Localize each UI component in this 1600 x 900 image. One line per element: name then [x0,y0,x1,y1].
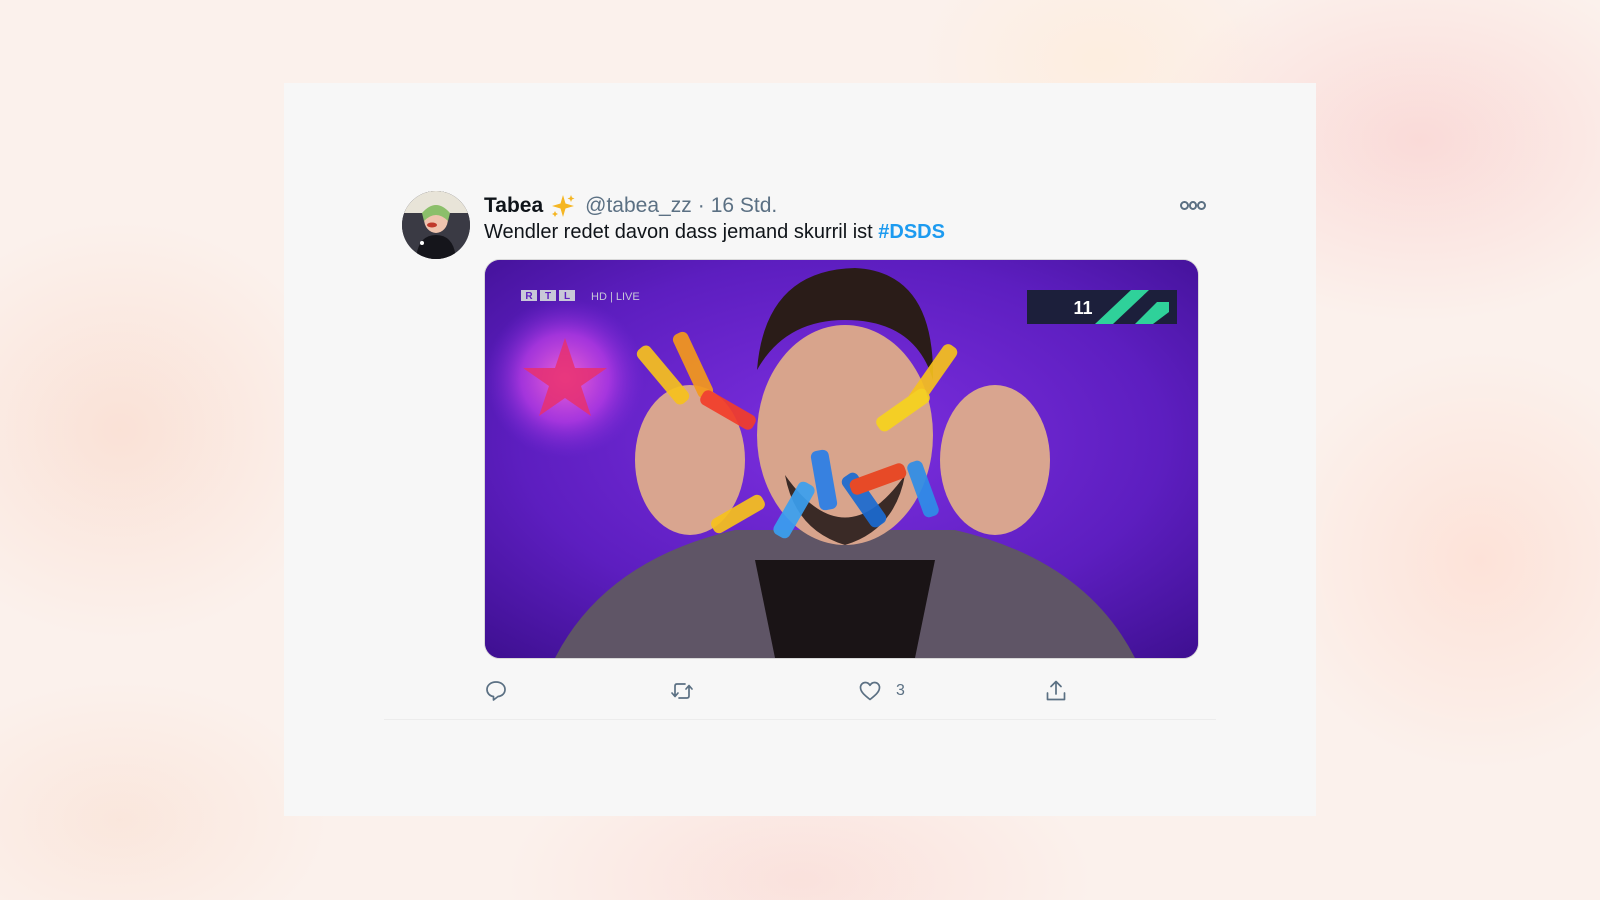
heart-icon [859,681,881,701]
avatar-image [402,191,470,259]
reply-button[interactable] [484,675,508,707]
tweet-media[interactable]: R T L HD | LIVE 11 [484,259,1199,659]
more-dot [1180,200,1189,210]
retweet-icon [671,683,693,699]
broadcast-label: HD | LIVE [591,291,640,303]
svg-text:R: R [525,291,533,302]
separator-dot: · [697,194,705,217]
channel-logo: R T L [521,290,575,302]
share-icon [1046,680,1066,701]
media-image: R T L HD | LIVE 11 [485,260,1198,658]
timestamp[interactable]: 16 Std. [711,194,778,218]
tweet-header: Tabea @tabea_zz · 16 Std. [484,193,777,219]
like-button[interactable]: 3 [858,675,905,707]
author-name[interactable]: Tabea [484,194,543,218]
tweet-body: Wendler redet davon dass jemand skurril … [484,221,879,243]
score-badge: 11 [1027,290,1177,324]
sparkles-emoji-icon [551,194,575,218]
like-count: 3 [896,682,905,699]
tweet-actions: 3 [484,675,1197,707]
avatar[interactable] [402,191,470,259]
svg-text:T: T [545,291,551,302]
more-dot [1188,200,1198,210]
hashtag-link[interactable]: #DSDS [878,221,945,243]
score-value: 11 [1073,298,1092,318]
more-dot [1197,200,1207,210]
svg-text:L: L [564,291,570,302]
share-button[interactable] [1044,675,1068,707]
tweet-card[interactable]: Tabea @tabea_zz · 16 Std. Wendler redet … [384,183,1216,720]
reply-icon [486,681,506,701]
more-options-icon[interactable] [1180,197,1207,213]
tweet-panel: Tabea @tabea_zz · 16 Std. Wendler redet … [284,83,1316,816]
tweet-text: Wendler redet davon dass jemand skurril … [484,221,945,244]
author-handle[interactable]: @tabea_zz [585,194,692,218]
retweet-button[interactable] [670,675,694,707]
